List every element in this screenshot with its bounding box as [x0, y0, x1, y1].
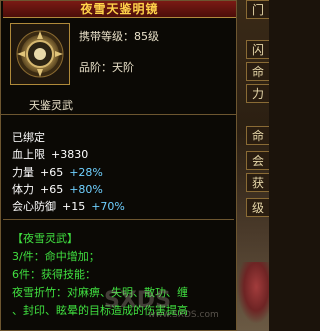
- carry-level: 携带等级：85级: [79, 30, 159, 43]
- item-type-label: 天鉴灵武: [29, 99, 73, 112]
- stat-strength-label: 力量: [12, 166, 34, 179]
- stat-crit-defense-label: 会心防御: [12, 200, 56, 213]
- set-name: 【夜雪灵武】: [12, 232, 78, 245]
- bound-status: 已绑定: [12, 131, 45, 144]
- stat-crit-defense-percent: +70%: [91, 200, 125, 213]
- side-tab-5[interactable]: 命: [246, 126, 269, 145]
- set-skill-line-1: 夜雪折竹：对麻痹、失明、散功、缠: [12, 286, 188, 299]
- item-title: 夜雪天鉴明镜: [80, 2, 159, 16]
- stat-stamina: 体力 +65 +80%: [12, 181, 103, 197]
- side-tab-6[interactable]: 会: [246, 151, 269, 170]
- tooltip-title-bar: 夜雪天鉴明镜: [3, 1, 236, 18]
- game-screen: 门 闪 命 力 命 会 获 级 夜雪天鉴明镜 携带等级：85级 品阶：天阶 天鉴…: [0, 0, 269, 331]
- stat-strength: 力量 +65 +28%: [12, 164, 103, 180]
- stat-hp-value: +3830: [51, 148, 89, 161]
- stat-stamina-label: 体力: [12, 183, 34, 196]
- side-tab-4[interactable]: 力: [246, 84, 269, 103]
- side-tab-8[interactable]: 级: [246, 198, 269, 217]
- set-bonus-3: 3/件：命中增加；: [12, 250, 100, 263]
- stat-strength-value: +65: [40, 166, 64, 179]
- set-skill-line-2: 、封印、眩晕的目标造成的伤害提高: [12, 304, 188, 317]
- item-tooltip: 夜雪天鉴明镜 携带等级：85级 品阶：天阶 天鉴灵武 已绑定 血上限 +3830…: [0, 0, 237, 331]
- stat-strength-percent: +28%: [69, 166, 103, 179]
- stat-crit-defense-value: +15: [62, 200, 86, 213]
- set-divider: [3, 219, 234, 220]
- stats-panel: 已绑定 血上限 +3830 力量 +65 +28% 体力 +65 +80% 会心防御 +15…: [1, 114, 236, 331]
- item-grade: 品阶：天阶: [79, 61, 134, 74]
- stat-stamina-percent: +80%: [69, 183, 103, 196]
- stat-stamina-value: +65: [40, 183, 64, 196]
- mirror-icon: [16, 30, 64, 78]
- stat-hp-label: 血上限: [12, 148, 45, 161]
- side-tab-2[interactable]: 闪: [246, 40, 269, 59]
- item-icon-frame: [10, 23, 70, 85]
- stat-hp: 血上限 +3830: [12, 146, 88, 162]
- set-bonus-6: 6件：获得技能：: [12, 268, 96, 281]
- side-tab-1[interactable]: 门: [246, 0, 269, 19]
- stat-crit-defense: 会心防御 +15 +70%: [12, 198, 125, 214]
- monster-sprite: [237, 262, 269, 324]
- side-tab-7[interactable]: 获: [246, 173, 269, 192]
- side-tab-3[interactable]: 命: [246, 62, 269, 81]
